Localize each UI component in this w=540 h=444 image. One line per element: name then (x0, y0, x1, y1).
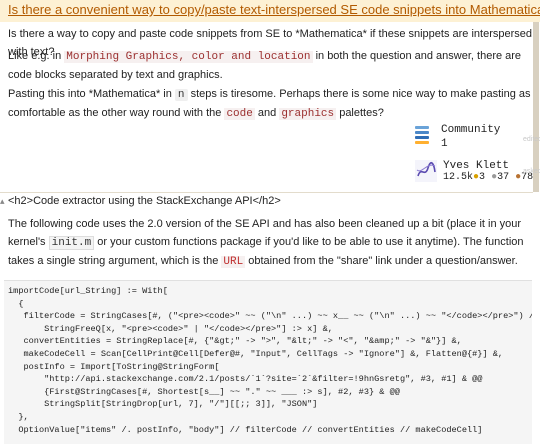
code-line: filterCode = StringCases[#, ("<pre><code… (8, 311, 532, 322)
question-title-bar: Is there a convenient way to copy/paste … (0, 0, 540, 22)
answer-heading: ▴ <h2>Code extractor using the StackExcha… (0, 195, 281, 207)
user-signature: Yves Klett 12.5k●3 ●37 ●78 asked (415, 160, 540, 188)
p2-inline-code: Morphing Graphics, color and location (64, 51, 313, 63)
answer-inline-code-init: init.m (48, 236, 95, 250)
code-line: OptionValue["items" /. postInfo, "body"]… (8, 424, 483, 435)
code-line: {First@StringCases[#, Shortest[s__] ~~ "… (8, 386, 400, 397)
answer-inline-code-url: URL (221, 256, 246, 268)
p3-inline-code-n: n (174, 89, 188, 101)
p3-text-a: Pasting this into *Mathematica* in (8, 88, 175, 100)
user-reputation: 12.5k●3 ●37 ●78 (443, 172, 533, 183)
p3-inline-code-code: code (224, 108, 255, 120)
answer-paragraph: The following code uses the 2.0 version … (8, 215, 533, 271)
question-paragraph-3: Pasting this into *Mathematica* in n ste… (8, 85, 533, 123)
code-line: StringSplit[StringDrop[url, 7], "/"][[;;… (8, 399, 318, 410)
user-gold-count: 3 (479, 172, 486, 183)
code-line: importCode[url_String] := With[ (8, 286, 168, 296)
community-signature: Community 1 edited (415, 124, 540, 158)
community-icon (415, 126, 429, 148)
question-title-link[interactable]: Is there a convenient way to copy/paste … (8, 2, 540, 17)
answer-heading-text: <h2>Code extractor using the StackExchan… (8, 195, 281, 207)
community-count: 1 (441, 138, 448, 150)
answer-text-c: obtained from the "share" link under a q… (245, 255, 518, 267)
p2-text-before: Like e.g. in (8, 50, 65, 62)
code-line: makeCodeCell = Scan[CellPrint@Cell[Defer… (8, 349, 504, 359)
community-name[interactable]: Community (441, 124, 500, 136)
community-faded-label: edited (523, 136, 540, 143)
user-faded-label: asked (523, 168, 540, 175)
code-line: { (8, 298, 24, 309)
p3-text-c: and (254, 107, 280, 119)
user-rep-value: 12.5k (443, 172, 474, 183)
p3-text-d: palettes? (336, 107, 384, 119)
code-line: postInfo = Import[ToString@StringForm[ (8, 361, 220, 372)
user-avatar[interactable] (415, 160, 437, 182)
cell-marker-icon: ▴ (0, 196, 5, 206)
code-line: convertEntities = StringReplace[#, {"&gt… (8, 336, 462, 347)
user-silver-count: 37 (497, 172, 510, 183)
section-divider (0, 192, 533, 193)
code-block[interactable]: importCode[url_String] := With[ { filter… (4, 280, 532, 444)
user-name[interactable]: Yves Klett (443, 160, 509, 172)
code-line: StringFreeQ[x, "<pre><code>" | "</code><… (8, 323, 333, 334)
code-line: }, (8, 412, 29, 422)
code-line: "http://api.stackexchange.com/2.1/posts/… (8, 374, 483, 385)
p3-inline-code-graphics: graphics (279, 108, 337, 120)
question-paragraph-2: Like e.g. in Morphing Graphics, color an… (8, 47, 533, 84)
